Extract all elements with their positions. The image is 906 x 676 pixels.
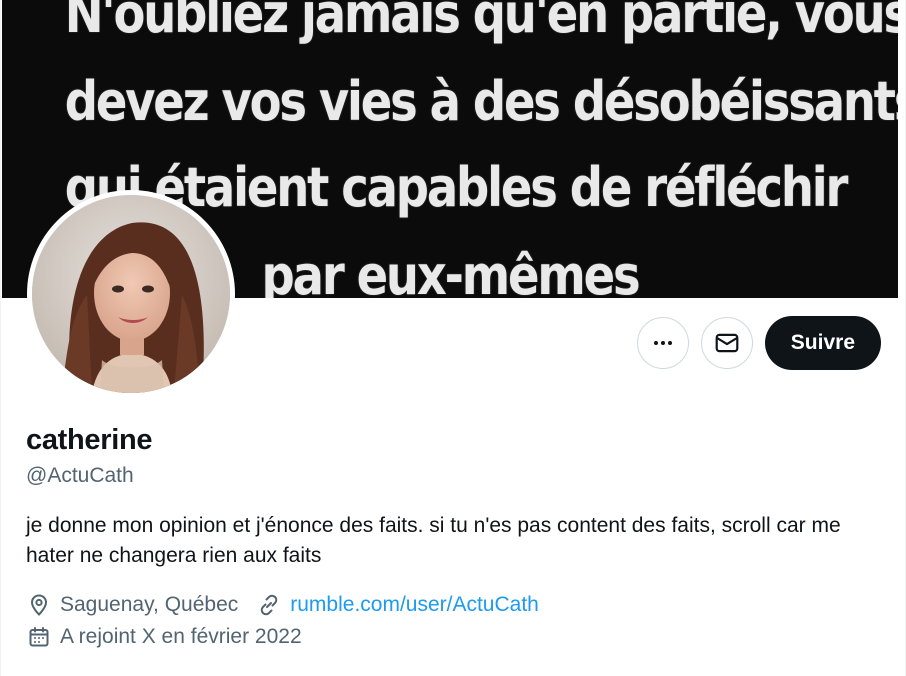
location-item: Saguenay, Québec <box>26 592 238 618</box>
website-item[interactable]: rumble.com/user/ActuCath <box>256 592 539 618</box>
profile-handle: @ActuCath <box>26 464 134 487</box>
more-icon <box>653 341 672 345</box>
avatar-photo <box>32 195 230 393</box>
profile-actions: Suivre <box>636 316 881 370</box>
profile-meta-row: A rejoint X en février 2022 <box>26 624 302 650</box>
profile-name: catherine <box>26 424 153 456</box>
avatar[interactable] <box>27 190 235 398</box>
joined-item: A rejoint X en février 2022 <box>26 624 302 650</box>
joined-text: A rejoint X en février 2022 <box>60 625 302 648</box>
message-button[interactable] <box>700 317 753 369</box>
banner-text-line: N'oubliez jamais qu'en partie, vous <box>64 0 898 45</box>
profile-bio: je donne mon opinion et j'énonce des fai… <box>26 514 841 567</box>
link-icon <box>256 592 282 618</box>
location-text: Saguenay, Québec <box>60 593 239 616</box>
location-pin-icon <box>26 592 52 618</box>
profile-meta-row: Saguenay, Québec rumble.com/user/ActuCat… <box>26 592 539 618</box>
profile-page: N'oubliez jamais qu'en partie, vous deve… <box>0 0 906 676</box>
follow-button[interactable]: Suivre <box>764 316 881 370</box>
more-button[interactable] <box>636 317 689 369</box>
calendar-icon <box>26 624 52 650</box>
mail-icon <box>715 333 739 353</box>
banner-text-line: devez vos vies à des désobéissants <box>64 70 898 133</box>
website-link[interactable]: rumble.com/user/ActuCath <box>290 593 539 617</box>
